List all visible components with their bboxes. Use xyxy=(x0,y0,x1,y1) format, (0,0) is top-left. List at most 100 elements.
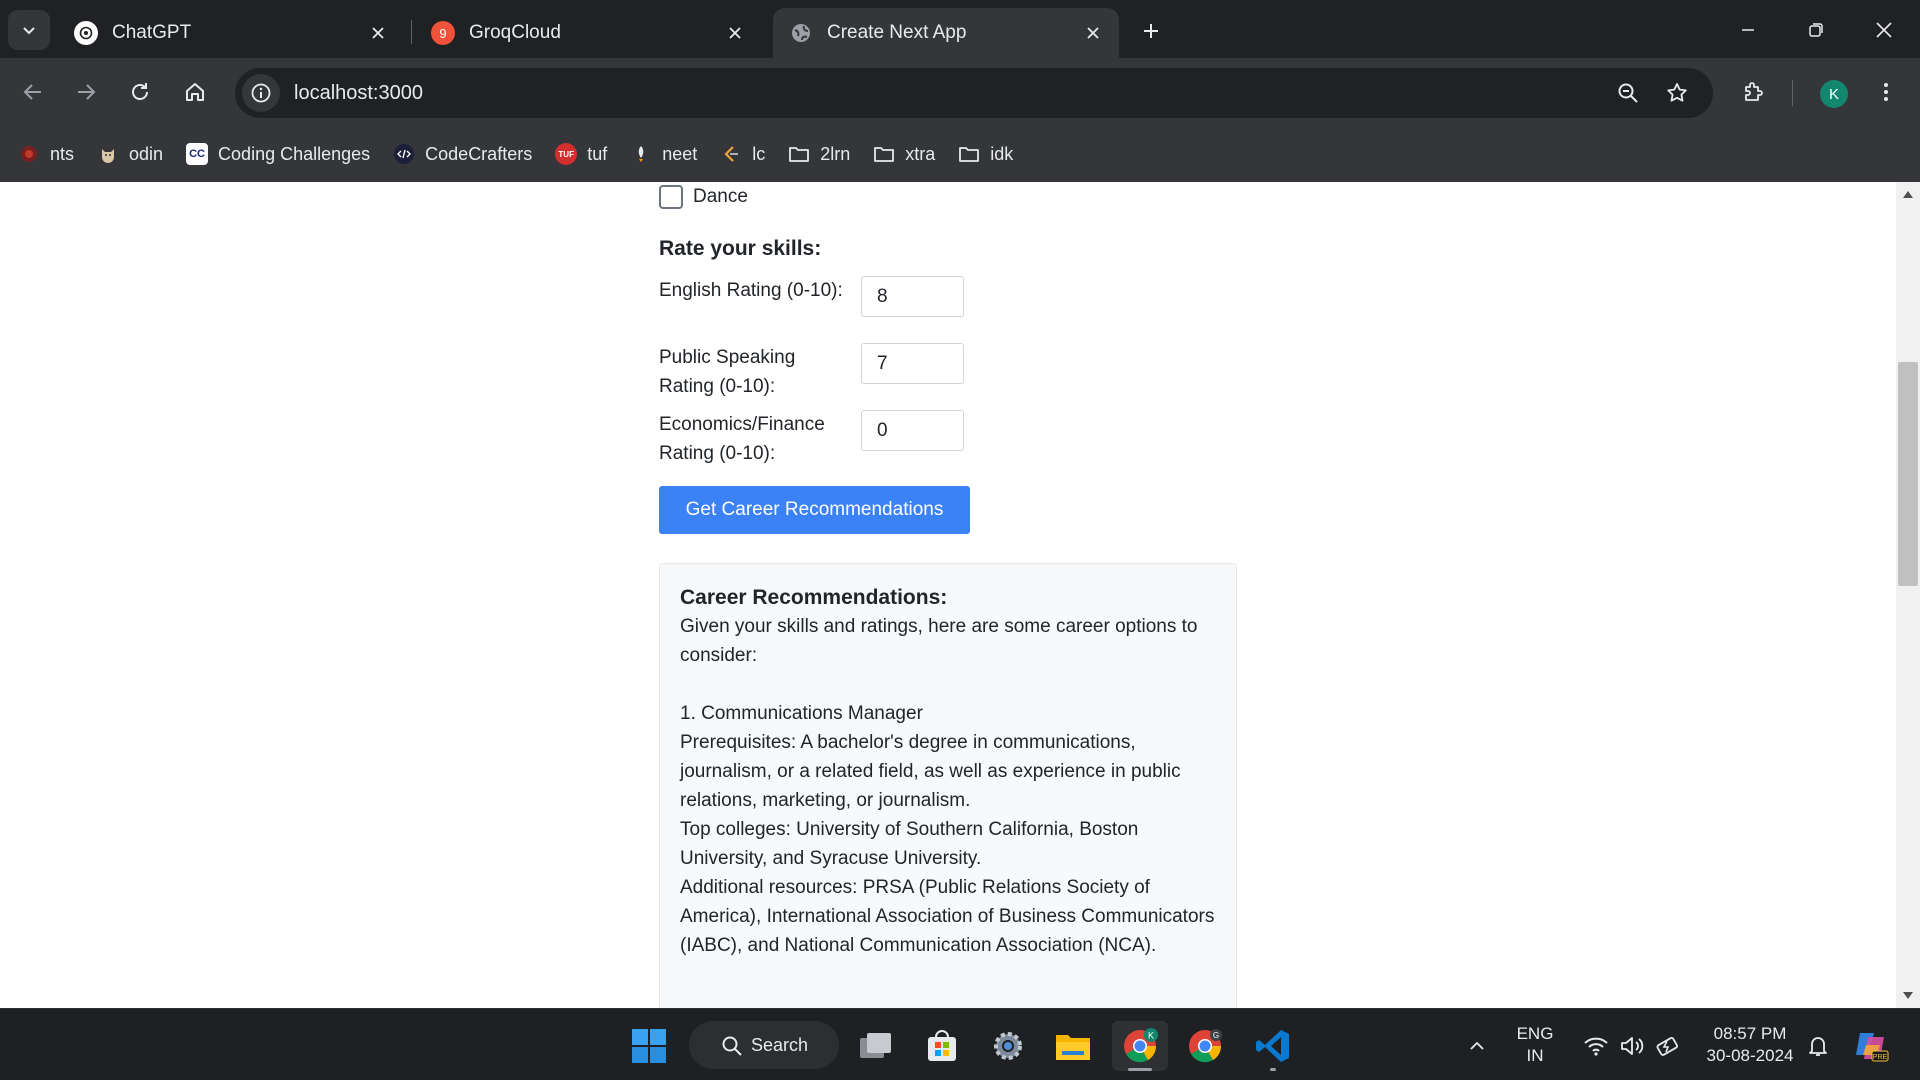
puzzle-icon xyxy=(1745,82,1763,101)
task-view-icon xyxy=(860,1033,891,1058)
arrow-right-icon xyxy=(78,84,96,100)
home-button[interactable] xyxy=(177,74,213,110)
chrome-profile-g-button[interactable]: G xyxy=(1180,1021,1230,1071)
gear-icon xyxy=(994,1032,1022,1060)
extensions-button[interactable] xyxy=(1735,74,1771,110)
toolbar-separator xyxy=(1792,80,1793,106)
reload-icon xyxy=(132,83,148,100)
close-icon[interactable] xyxy=(723,21,747,45)
address-bar[interactable]: localhost:3000 xyxy=(235,68,1713,118)
economics-rating-label: Economics/Finance Rating (0-10): xyxy=(659,414,825,464)
task-view-button[interactable] xyxy=(851,1021,901,1071)
chatgpt-icon xyxy=(74,21,98,45)
recommendation-colleges: Top colleges: University of Southern Cal… xyxy=(680,819,1139,869)
zoom-button[interactable] xyxy=(1610,75,1646,111)
language-line: ENG xyxy=(1516,1024,1554,1043)
english-rating-label: English Rating (0-10): xyxy=(659,280,843,301)
show-hidden-icons-button[interactable] xyxy=(1455,1021,1499,1071)
bookmark-label: xtra xyxy=(905,143,936,164)
interest-dance[interactable]: Dance xyxy=(659,185,748,209)
bookmark-star-button[interactable] xyxy=(1659,75,1695,111)
bookmark-folder-xtra[interactable]: xtra xyxy=(873,143,935,165)
bookmark-lc[interactable]: lc xyxy=(720,143,765,165)
folder-icon xyxy=(788,143,810,165)
site-info-button[interactable] xyxy=(242,74,280,112)
tab-separator xyxy=(411,20,412,44)
svg-text:K: K xyxy=(1148,1031,1154,1041)
microsoft-store-button[interactable] xyxy=(917,1021,967,1071)
economics-rating-input[interactable]: 0 xyxy=(861,410,964,451)
tab-title: ChatGPT xyxy=(112,22,192,43)
tab-title: Create Next App xyxy=(827,22,967,43)
dance-checkbox[interactable] xyxy=(659,185,683,209)
language-indicator[interactable]: ENG IN xyxy=(1510,1023,1560,1067)
restore-button[interactable] xyxy=(1786,8,1846,52)
volume-icon xyxy=(1621,1037,1644,1055)
bookmark-label: lc xyxy=(752,143,766,164)
bookmark-folder-2lrn[interactable]: 2lrn xyxy=(788,143,850,165)
codecrafters-icon xyxy=(393,143,415,165)
copilot-icon: PRE xyxy=(1856,1033,1889,1062)
recommendations-title: Career Recommendations: xyxy=(680,586,948,609)
windows-icon xyxy=(632,1029,666,1063)
notifications-button[interactable] xyxy=(1798,1021,1838,1071)
english-rating-input[interactable]: 8 xyxy=(861,276,964,317)
folder-icon xyxy=(873,143,895,165)
new-tab-button[interactable] xyxy=(1134,14,1168,48)
battery-charging-icon xyxy=(1656,1037,1678,1056)
region-line: IN xyxy=(1526,1046,1544,1065)
tab-title: GroqCloud xyxy=(469,22,561,43)
nts-icon xyxy=(18,143,40,165)
menu-button[interactable] xyxy=(1868,74,1904,110)
public-speaking-rating-input[interactable]: 7 xyxy=(861,343,964,384)
file-explorer-button[interactable] xyxy=(1048,1021,1098,1071)
bookmark-label: neet xyxy=(662,143,698,164)
get-recommendations-button[interactable]: Get Career Recommendations xyxy=(659,486,970,534)
bookmark-tuf[interactable]: TUF tuf xyxy=(555,143,607,165)
scroll-up-icon[interactable] xyxy=(1900,186,1916,202)
home-icon xyxy=(186,83,204,101)
minimize-button[interactable] xyxy=(1718,8,1778,52)
zoom-out-icon xyxy=(1618,83,1638,103)
scroll-thumb[interactable] xyxy=(1898,362,1918,586)
tuf-icon: TUF xyxy=(555,143,578,165)
chrome-profile-k-button[interactable]: K xyxy=(1112,1021,1168,1071)
bookmark-coding-challenges[interactable]: CC Coding Challenges xyxy=(186,143,370,165)
tab-create-next-app[interactable]: Create Next App xyxy=(773,8,1119,58)
bookmark-codecrafters[interactable]: CodeCrafters xyxy=(393,143,532,165)
notification-bell-icon xyxy=(1809,1037,1827,1056)
settings-button[interactable] xyxy=(983,1021,1033,1071)
taskbar-search[interactable]: Search xyxy=(689,1021,839,1069)
tab-search-button[interactable] xyxy=(8,10,50,50)
forward-button[interactable] xyxy=(68,74,104,110)
profile-avatar[interactable]: K xyxy=(1820,80,1848,108)
clock-date: 30-08-2024 xyxy=(1706,1046,1794,1065)
scroll-down-icon[interactable] xyxy=(1900,988,1916,1004)
info-icon xyxy=(251,83,271,103)
reload-button[interactable] xyxy=(122,74,158,110)
bookmark-neet[interactable]: neet xyxy=(630,143,697,165)
browser-toolbar: localhost:3000 K xyxy=(0,58,1920,126)
plus-icon xyxy=(1144,24,1158,38)
quick-settings-button[interactable] xyxy=(1572,1021,1692,1071)
page-viewport: Dance Rate your skills: English Rating (… xyxy=(0,182,1896,1008)
close-icon[interactable] xyxy=(1081,21,1105,45)
leetcode-icon xyxy=(720,143,742,165)
bookmark-nts[interactable]: nts xyxy=(18,143,74,165)
tab-chatgpt[interactable]: ChatGPT xyxy=(58,8,404,58)
bookmark-odin[interactable]: odin xyxy=(97,143,163,165)
vscode-button[interactable] xyxy=(1248,1021,1298,1071)
url-text: localhost:3000 xyxy=(294,81,423,104)
bookmark-folder-idk[interactable]: idk xyxy=(958,143,1013,165)
vscode-icon xyxy=(1256,1030,1289,1062)
close-icon[interactable] xyxy=(366,21,390,45)
copilot-button[interactable]: PRE xyxy=(1848,1021,1894,1071)
back-button[interactable] xyxy=(15,74,51,110)
start-button[interactable] xyxy=(624,1021,674,1071)
clock[interactable]: 08:57 PM 30-08-2024 xyxy=(1695,1023,1805,1067)
close-window-button[interactable] xyxy=(1854,8,1914,52)
svg-text:G: G xyxy=(1213,1031,1219,1040)
search-label: Search xyxy=(751,1034,809,1055)
page-scrollbar[interactable] xyxy=(1896,182,1920,1008)
tab-groqcloud[interactable]: 9 GroqCloud xyxy=(415,8,761,58)
